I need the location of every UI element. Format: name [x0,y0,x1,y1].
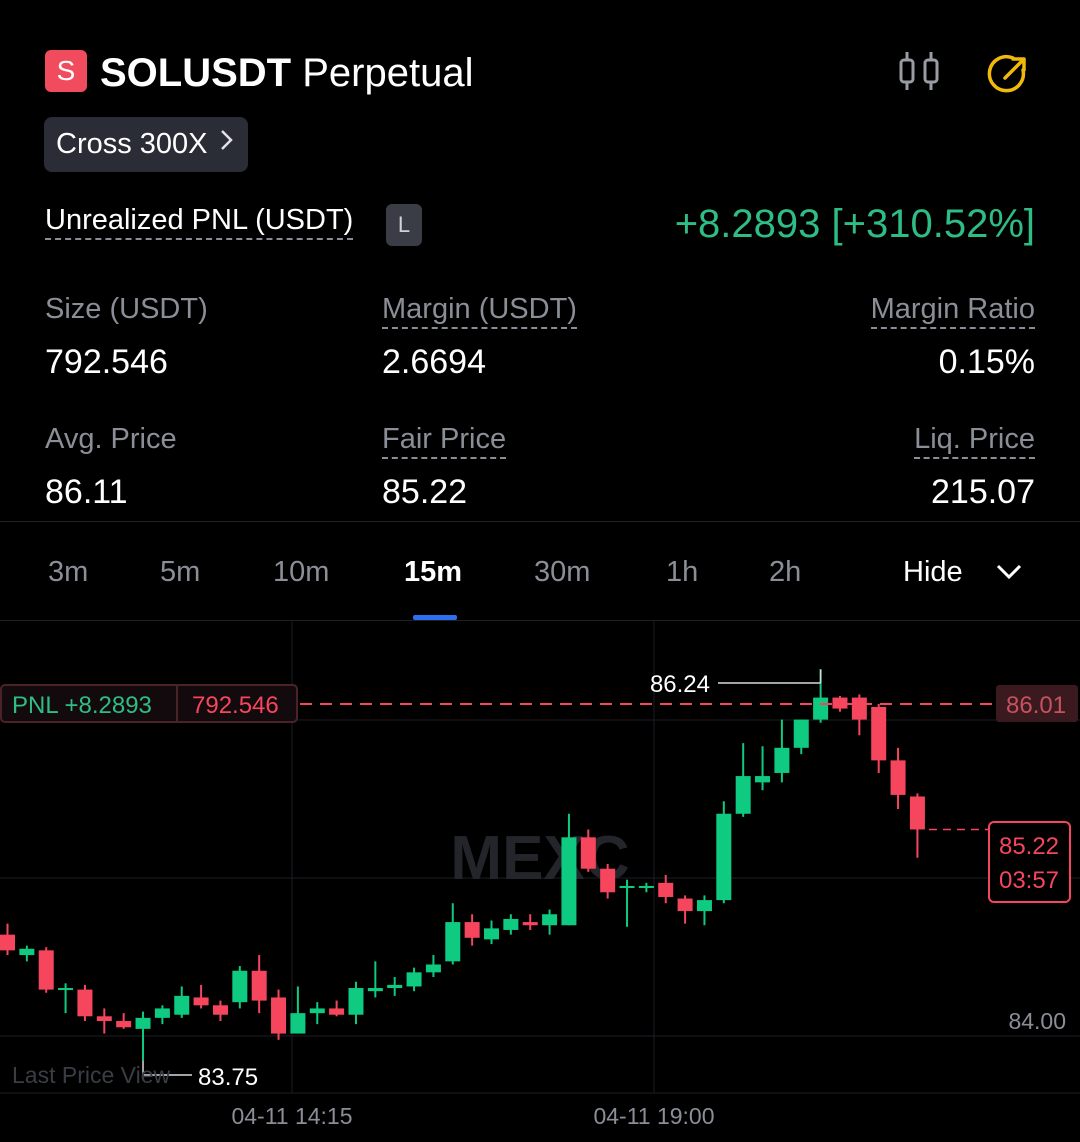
contract-type: Perpetual [302,51,474,95]
candle-body [387,984,403,989]
fair-price-value: 85.22 [382,473,468,511]
margin-ratio-label[interactable]: Margin Ratio [870,290,1035,329]
symbol-badge: S [45,50,87,92]
countdown-timer: 03:57 [999,867,1059,894]
candle-body [19,948,35,956]
unrealized-pnl-value: +8.2893 [+310.52%] [674,202,1035,246]
y-axis-tick: 84.00 [1008,1008,1066,1034]
candle-body [367,988,383,992]
x-axis-tick: 04-11 19:00 [593,1103,714,1129]
candle-body [232,970,248,1003]
chevron-right-icon [218,117,234,172]
candle-body [212,1005,228,1015]
candle-body [464,922,480,938]
candle-body [542,914,558,926]
candle-body [638,885,654,888]
candle-body [677,898,693,912]
candle-body [793,719,809,748]
candle-body [193,997,209,1006]
hide-label: Hide [903,556,963,588]
position-pnl-tag: PNL +8.2893 [12,692,152,719]
candle-body [909,796,925,830]
margin-label[interactable]: Margin (USDT) [382,290,577,329]
fair-price-label[interactable]: Fair Price [382,420,507,459]
avg-price-value: 86.11 [45,473,128,511]
symbol-name: SOLUSDT [100,51,292,95]
margin-value: 2.6694 [382,343,486,381]
liq-price-label[interactable]: Liq. Price [914,420,1035,459]
page-title[interactable]: SOLUSDT Perpetual [100,48,473,98]
candle-body [851,697,867,720]
candle-body [774,747,790,773]
last-price-view-label: Last Price View [12,1062,170,1088]
size-label: Size (USDT) [45,293,208,325]
candle-body [871,707,887,761]
candle-body [38,950,54,990]
candle-body [696,900,712,912]
tab-2h[interactable]: 2h [769,552,801,592]
candle-body [735,776,751,814]
low-price-label: 83.75 [198,1064,258,1091]
tab-3m[interactable]: 3m [48,552,88,592]
candle-body [658,882,674,897]
tab-30m[interactable]: 30m [534,552,590,592]
divider [0,521,1080,522]
candle-body [251,970,267,1001]
high-price-label: 86.24 [650,671,710,698]
candle-body [484,928,499,940]
candle-body [58,988,74,991]
candle-body [561,837,577,926]
candle-body [309,1008,325,1014]
hide-chart-button[interactable]: Hide [903,552,1023,593]
candle-body [600,868,616,893]
candle-body [406,972,422,987]
tab-10m[interactable]: 10m [273,552,329,592]
candle-body [271,997,287,1034]
candle-body [329,1008,345,1015]
margin-ratio-value: 0.15% [938,343,1035,381]
candle-body [755,776,771,783]
avg-price-label: Avg. Price [45,423,177,455]
candle-body [503,918,519,930]
candle-body [619,885,635,888]
position-size-tag: 792.546 [192,692,279,719]
size-value: 792.546 [45,343,168,381]
candle-body [425,964,441,973]
share-icon[interactable] [983,48,1035,100]
tab-15m[interactable]: 15m [404,552,462,592]
candle-body [813,697,829,720]
candle-body [116,1021,132,1028]
unrealized-pnl-label[interactable]: Unrealized PNL (USDT) [45,200,354,240]
candle-body [522,922,538,926]
candle-body [580,837,596,869]
long-badge: L [386,204,422,246]
candle-body [348,988,364,1015]
candle-body [890,760,906,795]
leverage-label: Cross 300X [56,128,208,160]
candle-body [154,1008,170,1018]
candle-body [96,1016,112,1021]
leverage-button[interactable]: Cross 300X [44,117,248,172]
candle-body [290,1013,306,1034]
candle-body [135,1017,151,1029]
liq-price-value: 215.07 [931,473,1035,511]
chevron-down-icon [995,553,1023,593]
candle-body [0,934,15,951]
entry-price-value: 86.01 [1006,692,1066,719]
tab-5m[interactable]: 5m [160,552,200,592]
x-axis-tick: 04-11 14:15 [231,1103,352,1129]
candle-body [174,995,190,1015]
candlestick-chart[interactable]: MEXCPNL +8.2893 792.546 86.0186.24Last Pri… [0,621,1080,1142]
compare-icon[interactable] [895,46,947,98]
current-price-value: 85.22 [999,833,1059,860]
candle-body [77,989,93,1017]
candle-body [445,922,461,962]
tab-1h[interactable]: 1h [666,552,698,592]
candle-body [716,813,732,901]
